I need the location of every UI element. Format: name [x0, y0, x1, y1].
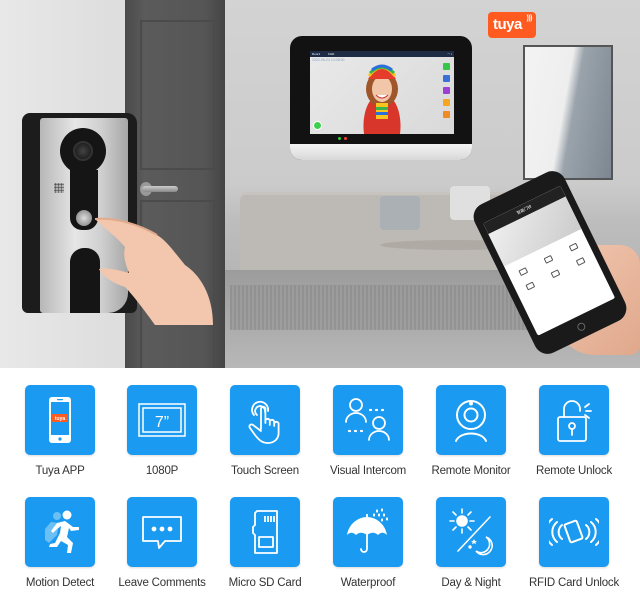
feature-label: RFID Card Unlock	[528, 577, 620, 589]
feature-label: Day & Night	[441, 577, 501, 589]
microphone-icon	[543, 254, 554, 264]
doorbell-button	[76, 210, 92, 226]
monitor-timestamp: 2022-06-24 14:35:00	[312, 58, 345, 62]
status-led-red	[344, 137, 347, 140]
feature-tile	[436, 385, 506, 455]
door-panel	[140, 20, 215, 170]
indoor-monitor: Door1 FHD ◠ ▪ 2022-06-24 14:35:00	[290, 36, 472, 160]
answer-call-icon	[313, 121, 322, 130]
feature-remote-unlock: Remote Unlock	[524, 385, 624, 477]
feature-label: Leave Comments	[118, 577, 206, 589]
feature-tile	[539, 497, 609, 567]
feature-label: Remote Unlock	[535, 465, 612, 477]
touch-hand-icon	[248, 400, 280, 444]
status-led-green	[338, 137, 341, 140]
feature-1080p: 7” 1080P	[112, 385, 212, 477]
wifi-signal-icon: )))	[526, 15, 533, 22]
home-button	[575, 321, 587, 333]
feature-label: Waterproof	[340, 577, 396, 589]
feature-label: Remote Monitor	[431, 465, 511, 477]
feature-tile: tuya	[25, 385, 95, 455]
feature-tile	[333, 497, 403, 567]
feature-label: Motion Detect	[25, 577, 95, 589]
sun-moon-icon	[449, 508, 493, 556]
umbrella-rain-icon	[347, 508, 388, 553]
monitor-screen: Door1 FHD ◠ ▪ 2022-06-24 14:35:00	[310, 51, 454, 134]
channel-label: Door1	[312, 52, 321, 56]
feature-tile	[230, 497, 300, 567]
monitor-bezel-bottom	[290, 144, 472, 160]
intercom-users-icon	[345, 398, 390, 441]
screen-size-text: 7”	[155, 414, 169, 431]
feature-waterproof: Waterproof	[318, 497, 418, 589]
door-handle	[142, 186, 178, 192]
pillow	[380, 196, 420, 230]
screenshot-icon	[518, 267, 529, 277]
speaker-grille	[54, 183, 64, 193]
pressing-hand	[95, 217, 213, 325]
feature-micro-sd-card: Micro SD Card	[215, 497, 315, 589]
feature-day-night: Day & Night	[421, 497, 521, 589]
running-person-icon	[45, 510, 79, 553]
playback-icon	[525, 281, 536, 291]
feature-label: 1080P	[145, 465, 179, 477]
feature-label: Tuya APP	[35, 465, 85, 477]
camera-lens-icon	[73, 141, 93, 161]
feature-tile: 7”	[127, 385, 197, 455]
feature-leave-comments: Leave Comments	[112, 497, 212, 589]
message-icon	[443, 63, 450, 70]
phone-icon	[443, 87, 450, 94]
feature-tuya-app: tuya Tuya APP	[10, 385, 110, 477]
screen-size-icon: 7”	[138, 403, 186, 437]
feature-touch-screen: Touch Screen	[215, 385, 315, 477]
feature-label: Visual Intercom	[329, 465, 407, 477]
chat-bubble-icon	[142, 516, 182, 549]
camera-icon	[443, 111, 450, 118]
visitor-video-image	[363, 64, 401, 134]
webcam-icon	[455, 400, 487, 442]
unlock-padlock-icon	[557, 400, 592, 442]
record-icon	[568, 242, 579, 252]
features-grid: tuya Tuya APP 7” 1080P Touch Screen Visu…	[0, 368, 640, 601]
rfid-card-icon	[549, 518, 599, 546]
wifi-icon: ◠ ▪	[447, 52, 452, 56]
feature-tile	[230, 385, 300, 455]
feature-visual-intercom: Visual Intercom	[318, 385, 418, 477]
wall-artwork	[523, 45, 613, 180]
tuya-mini-logo: tuya	[55, 416, 66, 422]
quality-label: FHD	[328, 52, 335, 56]
monitor-icon	[443, 75, 450, 82]
feature-label: Touch Screen	[231, 465, 299, 477]
feature-label: Micro SD Card	[228, 577, 302, 589]
hero-product-photo: Door1 FHD ◠ ▪ 2022-06-24 14:35:00 tuya)…	[0, 0, 640, 368]
feature-tile	[539, 385, 609, 455]
feature-tile	[333, 385, 403, 455]
feature-tile	[436, 497, 506, 567]
unlock-icon	[550, 269, 561, 279]
album-icon	[575, 257, 586, 266]
feature-tile	[127, 497, 197, 567]
tuya-logo: tuya )))	[488, 12, 536, 38]
sd-card-icon	[252, 510, 278, 554]
feature-remote-monitor: Remote Monitor	[421, 385, 521, 477]
unlock-icon	[443, 99, 450, 106]
feature-rfid-card-unlock: RFID Card Unlock	[524, 497, 624, 589]
feature-motion-detect: Motion Detect	[10, 497, 110, 589]
feature-tile	[25, 497, 95, 567]
tuya-logo-text: tuya	[493, 16, 522, 33]
tuya-app-phone-icon: tuya	[49, 397, 71, 443]
monitor-status-bar: Door1 FHD ◠ ▪	[310, 51, 454, 57]
